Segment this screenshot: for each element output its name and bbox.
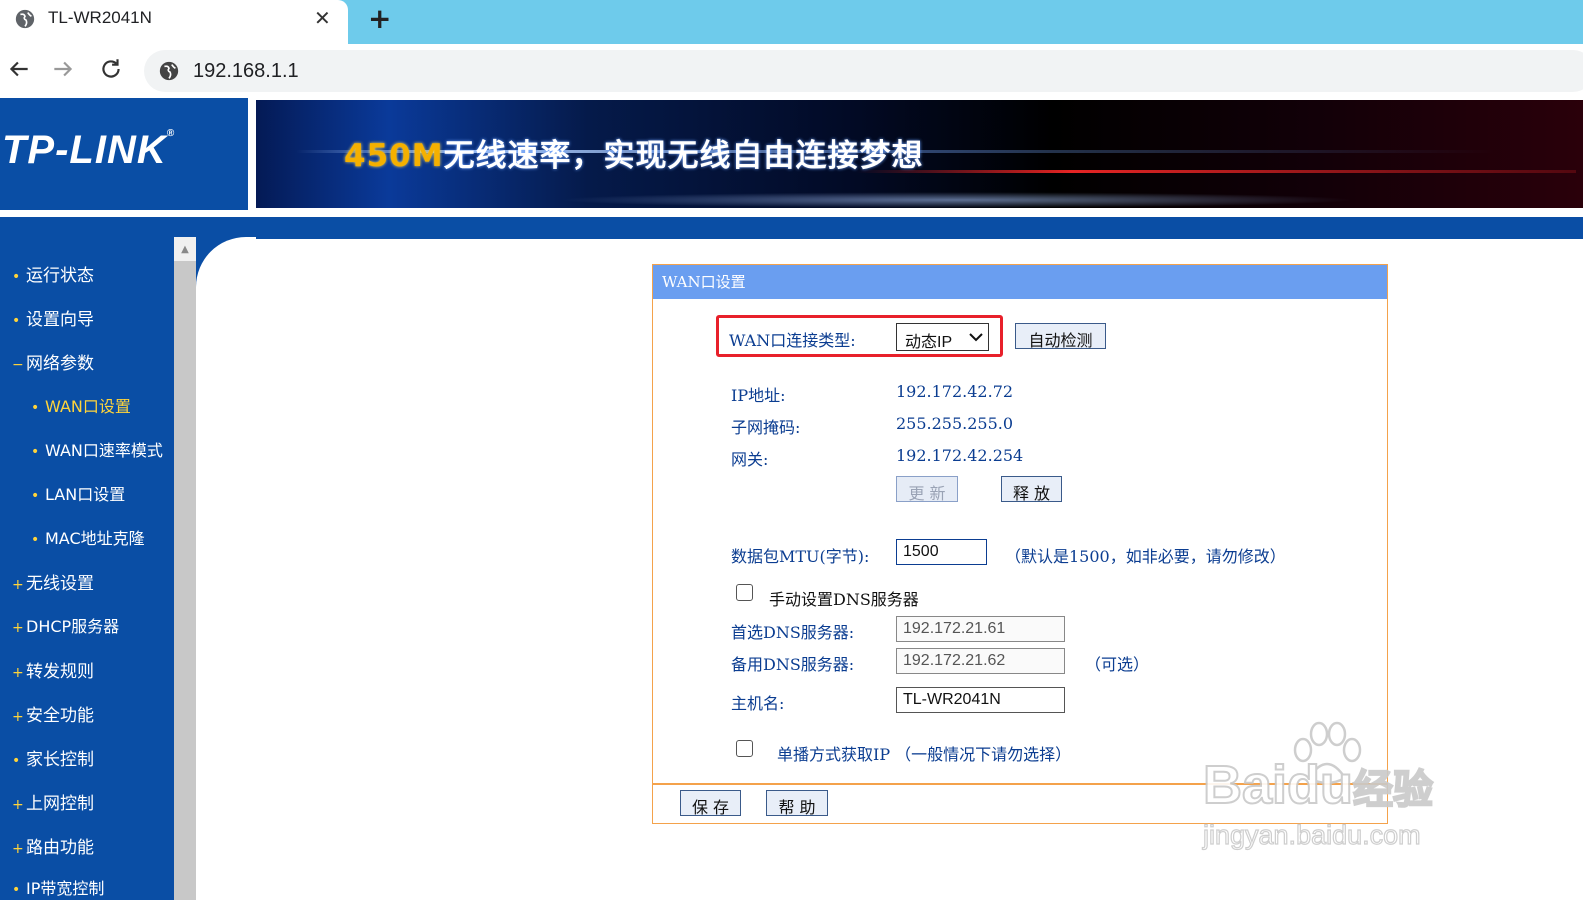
tp-link-logo: TP-LINK® bbox=[0, 98, 248, 210]
mtu-label: 数据包MTU(字节): bbox=[731, 547, 870, 566]
sidebar-item-wan-speed[interactable]: • WAN口速率模式 bbox=[31, 437, 163, 467]
unicast-label: 单播方式获取IP （一般情况下请勿选择） bbox=[777, 745, 1072, 764]
sidebar-item-network[interactable]: − 网络参数 bbox=[12, 349, 94, 379]
browser-tab-bar: TL-WR2041N ✕ + bbox=[0, 0, 1583, 44]
sidebar-scrollbar[interactable]: ▲ bbox=[174, 237, 196, 900]
reload-button[interactable] bbox=[94, 52, 128, 86]
scroll-up-arrow-icon[interactable]: ▲ bbox=[174, 237, 196, 261]
sidebar-item-status[interactable]: • 运行状态 bbox=[12, 261, 94, 291]
sidebar-item-wizard[interactable]: • 设置向导 bbox=[12, 305, 94, 335]
sidebar-item-access-control[interactable]: + 上网控制 bbox=[12, 789, 94, 819]
connection-type-label: WAN口连接类型: bbox=[729, 331, 856, 350]
subnet-mask-label: 子网掩码: bbox=[731, 418, 801, 437]
mtu-input[interactable]: 1500 bbox=[896, 539, 987, 565]
mtu-hint: （默认是1500，如非必要，请勿修改） bbox=[1005, 547, 1286, 566]
watermark-brand: Baidu经验 bbox=[1202, 754, 1434, 816]
panel-title: WAN口设置 bbox=[662, 273, 746, 291]
sidebar-item-bandwidth[interactable]: • IP带宽控制 bbox=[12, 875, 104, 905]
content-corner bbox=[196, 237, 256, 297]
renew-button[interactable]: 更 新 bbox=[896, 476, 958, 503]
watermark-url: jingyan.baidu.com bbox=[1202, 819, 1421, 850]
arrow-right-icon bbox=[54, 61, 73, 77]
primary-dns-input[interactable]: 192.172.21.61 bbox=[896, 616, 1065, 642]
manual-dns-label: 手动设置DNS服务器 bbox=[769, 590, 919, 609]
logo-text: TP-LINK® bbox=[2, 128, 176, 172]
sidebar-item-security[interactable]: + 安全功能 bbox=[12, 701, 94, 731]
sidebar-item-dhcp[interactable]: + DHCP服务器 bbox=[12, 613, 119, 643]
gateway-value: 192.172.42.254 bbox=[896, 446, 1024, 465]
sidebar-item-lan[interactable]: • LAN口设置 bbox=[31, 481, 125, 511]
secondary-dns-hint: （可选） bbox=[1085, 655, 1150, 674]
reload-icon bbox=[102, 59, 120, 78]
sidebar-item-mac-clone[interactable]: • MAC地址克隆 bbox=[31, 525, 145, 555]
help-button[interactable]: 帮 助 bbox=[766, 790, 828, 817]
auto-detect-button[interactable]: 自动检测 bbox=[1015, 323, 1106, 350]
tab-title: TL-WR2041N bbox=[48, 8, 152, 27]
primary-dns-label: 首选DNS服务器: bbox=[731, 623, 855, 642]
back-button[interactable] bbox=[2, 52, 36, 86]
chevron-down-icon bbox=[969, 333, 983, 342]
forward-button[interactable] bbox=[46, 52, 80, 86]
sidebar-item-wan[interactable]: • WAN口设置 bbox=[31, 393, 131, 423]
manual-dns-checkbox[interactable] bbox=[736, 584, 753, 601]
sidebar-item-parental[interactable]: • 家长控制 bbox=[12, 745, 94, 775]
release-button[interactable]: 释 放 bbox=[1001, 476, 1062, 503]
site-info-icon[interactable] bbox=[158, 60, 180, 82]
banner-slogan: 450M无线速率，实现无线自由连接梦想 bbox=[344, 138, 924, 174]
baidu-watermark: Baidu经验 jingyan.baidu.com bbox=[1195, 720, 1495, 860]
sidebar-item-wireless[interactable]: + 无线设置 bbox=[12, 569, 94, 599]
connection-type-select[interactable]: 动态IP bbox=[896, 323, 989, 351]
header-strip bbox=[0, 217, 1583, 239]
unicast-checkbox[interactable] bbox=[736, 740, 753, 757]
save-button[interactable]: 保 存 bbox=[680, 790, 741, 817]
address-bar[interactable]: 192.168.1.1 bbox=[144, 50, 1583, 92]
sidebar-item-routing[interactable]: + 路由功能 bbox=[12, 833, 94, 863]
new-tab-button[interactable]: + bbox=[368, 2, 391, 35]
ip-value: 192.172.42.72 bbox=[896, 382, 1014, 401]
globe-icon bbox=[15, 9, 35, 29]
router-banner: TP-LINK® 450M无线速率，实现无线自由连接梦想 bbox=[0, 98, 1583, 210]
hostname-label: 主机名: bbox=[731, 694, 785, 713]
secondary-dns-input[interactable]: 192.172.21.62 bbox=[896, 648, 1065, 674]
ip-label: IP地址: bbox=[731, 386, 786, 405]
browser-tab[interactable]: TL-WR2041N ✕ bbox=[0, 0, 348, 44]
sidebar-item-forwarding[interactable]: + 转发规则 bbox=[12, 657, 94, 687]
sidebar-menu: • 运行状态 • 设置向导 − 网络参数 • WAN口设置 • WAN口速率模式 • LAN… bbox=[0, 237, 174, 900]
secondary-dns-label: 备用DNS服务器: bbox=[731, 655, 855, 674]
panel-header: WAN口设置 bbox=[653, 265, 1387, 299]
banner-image: 450M无线速率，实现无线自由连接梦想 bbox=[256, 100, 1583, 208]
arrow-left-icon bbox=[9, 61, 28, 77]
browser-nav-bar: 192.168.1.1 bbox=[0, 44, 1583, 96]
close-tab-icon[interactable]: ✕ bbox=[314, 6, 331, 30]
hostname-input[interactable]: TL-WR2041N bbox=[896, 687, 1065, 713]
gateway-label: 网关: bbox=[731, 450, 769, 469]
subnet-mask-value: 255.255.255.0 bbox=[896, 414, 1014, 433]
url-text: 192.168.1.1 bbox=[193, 60, 299, 82]
